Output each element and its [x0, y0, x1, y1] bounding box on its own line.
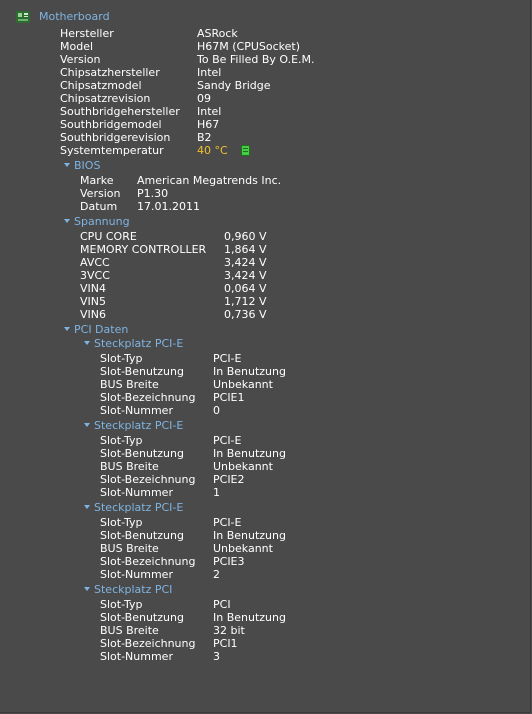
property-value: Unbekannt [213, 542, 273, 555]
property-value: PCI-E [213, 516, 242, 529]
property-label: Slot-Benutzung [100, 365, 184, 378]
property-label: Slot-Bezeichnung [100, 555, 196, 568]
property-label: Slot-Typ [100, 434, 143, 447]
property-value: 1,712 V [224, 295, 267, 308]
property-label: Slot-Typ [100, 352, 143, 365]
property-value: 3,424 V [224, 256, 267, 269]
property-value: B2 [197, 131, 212, 144]
property-label: Systemtemperatur [60, 144, 164, 157]
property-value: In Benutzung [213, 611, 286, 624]
collapse-arrow-icon[interactable] [84, 341, 90, 345]
property-value: 40 °C [197, 144, 228, 157]
property-label: VIN6 [80, 308, 106, 321]
property-value: PCIE2 [213, 473, 245, 486]
property-value: 17.01.2011 [137, 200, 200, 213]
property-value: 1 [213, 486, 220, 499]
temperature-indicator-icon [241, 145, 250, 156]
property-label: Slot-Typ [100, 598, 143, 611]
property-value: 2 [213, 568, 220, 581]
collapse-arrow-icon[interactable] [64, 163, 70, 167]
property-label: Southbridgehersteller [60, 105, 180, 118]
collapse-arrow-icon[interactable] [64, 219, 70, 223]
section-title: Steckplatz PCI-E [94, 419, 184, 432]
collapse-arrow-icon[interactable] [84, 423, 90, 427]
motherboard-title: Motherboard [39, 10, 110, 23]
property-label: Version [80, 187, 121, 200]
property-label: BUS Breite [100, 460, 159, 473]
property-value: 0,960 V [224, 230, 267, 243]
property-value: To Be Filled By O.E.M. [197, 53, 315, 66]
property-label: BUS Breite [100, 542, 159, 555]
section-title: PCI Daten [74, 323, 129, 336]
property-value: Intel [197, 105, 222, 118]
property-value: 32 bit [213, 624, 245, 637]
collapse-arrow-icon[interactable] [84, 587, 90, 591]
property-label: Datum [80, 200, 118, 213]
property-label: Slot-Nummer [100, 404, 173, 417]
property-label: Slot-Typ [100, 516, 143, 529]
property-label: Chipsatzhersteller [60, 66, 160, 79]
property-value: PCIE1 [213, 391, 245, 404]
collapse-arrow-icon[interactable] [64, 327, 70, 331]
property-value: PCI [213, 598, 231, 611]
property-value: PCI-E [213, 352, 242, 365]
property-value: P1.30 [137, 187, 169, 200]
property-value: Unbekannt [213, 460, 273, 473]
property-value: PCIE3 [213, 555, 245, 568]
property-label: Model [60, 40, 94, 53]
property-label: VIN5 [80, 295, 106, 308]
property-value: PCI1 [213, 637, 238, 650]
property-value: ASRock [197, 27, 238, 40]
property-value: 09 [197, 92, 211, 105]
property-label: Southbridgerevision [60, 131, 171, 144]
property-label: VIN4 [80, 282, 106, 295]
property-label: BUS Breite [100, 378, 159, 391]
property-label: Southbridgemodel [60, 118, 162, 131]
property-value: 3 [213, 650, 220, 663]
property-label: AVCC [80, 256, 110, 269]
property-label: Slot-Benutzung [100, 447, 184, 460]
property-label: Slot-Benutzung [100, 529, 184, 542]
section-title: Steckplatz PCI-E [94, 337, 184, 350]
property-value: In Benutzung [213, 529, 286, 542]
property-value: 3,424 V [224, 269, 267, 282]
property-label: Chipsatzrevision [60, 92, 151, 105]
property-label: CPU CORE [80, 230, 137, 243]
property-value: 0,736 V [224, 308, 267, 321]
property-label: Slot-Bezeichnung [100, 391, 196, 404]
property-value: 0 [213, 404, 220, 417]
property-value: PCI-E [213, 434, 242, 447]
collapse-arrow-icon[interactable] [84, 505, 90, 509]
section-title: Steckplatz PCI [94, 583, 173, 596]
property-value: 1,864 V [224, 243, 267, 256]
property-label: Slot-Bezeichnung [100, 637, 196, 650]
property-label: Slot-Nummer [100, 568, 173, 581]
property-value: Sandy Bridge [197, 79, 271, 92]
property-label: Slot-Bezeichnung [100, 473, 196, 486]
property-label: Slot-Nummer [100, 650, 173, 663]
property-label: Slot-Benutzung [100, 611, 184, 624]
section-title: Spannung [74, 215, 130, 228]
property-value: Intel [197, 66, 222, 79]
property-value: 0,064 V [224, 282, 267, 295]
property-value: In Benutzung [213, 365, 286, 378]
property-label: Slot-Nummer [100, 486, 173, 499]
property-value: H67M (CPUSocket) [197, 40, 301, 53]
property-value: H67 [197, 118, 220, 131]
property-label: Version [60, 53, 101, 66]
property-value: In Benutzung [213, 447, 286, 460]
property-label: MEMORY CONTROLLER [80, 243, 207, 256]
section-title: BIOS [74, 159, 101, 172]
property-label: Marke [80, 174, 114, 187]
section-title: Steckplatz PCI-E [94, 501, 184, 514]
property-value: Unbekannt [213, 378, 273, 391]
property-label: BUS Breite [100, 624, 159, 637]
property-label: Hersteller [60, 27, 114, 40]
property-label: Chipsatzmodel [60, 79, 142, 92]
motherboard-icon [16, 11, 30, 23]
property-label: 3VCC [80, 269, 110, 282]
property-value: American Megatrends Inc. [137, 174, 282, 187]
